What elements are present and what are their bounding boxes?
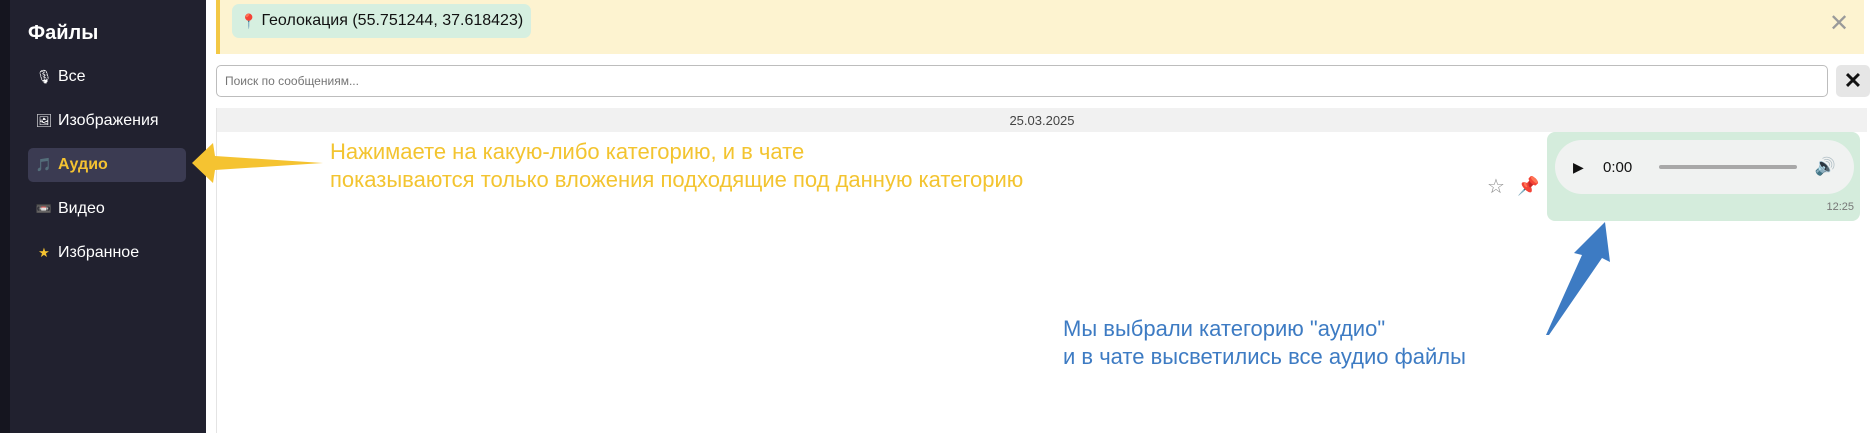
volume-icon[interactable]: 🔊 [1815,157,1836,177]
search-input[interactable] [216,65,1828,97]
sidebar: Файлы 🎙 Все 🖼 Изображения 🎵 Аудио 📼 Виде… [10,0,206,433]
geolocation-chip[interactable]: 📍 Геолокация (55.751244, 37.618423) [232,4,532,38]
music-icon: 🎵 [35,157,53,172]
microphone-icon: 🎙 [35,69,53,84]
annotation-line: и в чате высветились все аудио файлы [1063,344,1466,369]
play-icon[interactable]: ▶ [1573,159,1595,176]
main-panel: 📍 Геолокация (55.751244, 37.618423) ✕ ✕ … [206,0,1873,433]
sidebar-title: Файлы [28,22,99,44]
sidebar-item-label: Видео [58,200,105,217]
sidebar-item-label: Избранное [58,244,140,261]
sidebar-item-label: Аудио [58,156,108,173]
banner-close-button[interactable]: ✕ [1826,10,1852,37]
message-actions: ☆ 📌 [1487,174,1539,199]
video-icon: 📼 [35,201,53,216]
sidebar-item-favorites[interactable]: ★ Избранное [28,236,186,270]
favorite-star-icon[interactable]: ☆ [1487,174,1505,199]
audio-player[interactable]: ▶ 0:00 🔊 [1555,140,1854,194]
map-pin-icon: 📍 [240,12,258,29]
annotation-line: Мы выбрали категорию "аудио" [1063,316,1386,341]
message-timestamp: 12:25 [1826,201,1854,213]
sidebar-item-label: Изображения [58,112,159,129]
geolocation-banner: 📍 Геолокация (55.751244, 37.618423) ✕ [216,0,1864,54]
audio-message-bubble: ▶ 0:00 🔊 12:25 [1547,132,1860,221]
geolocation-text: Геолокация (55.751244, 37.618423) [261,12,524,29]
image-icon: 🖼 [35,113,53,128]
annotation-line: показываются только вложения подходящие … [330,167,1024,192]
sidebar-item-audio[interactable]: 🎵 Аудио [28,148,186,182]
annotation-line: Нажимаете на какую-либо категорию, и в ч… [330,139,805,164]
blue-annotation-text: Мы выбрали категорию "аудио" и в чате вы… [1063,315,1466,371]
sidebar-item-images[interactable]: 🖼 Изображения [28,104,186,138]
audio-current-time: 0:00 [1603,158,1633,176]
sidebar-item-video[interactable]: 📼 Видео [28,192,186,226]
search-clear-button[interactable]: ✕ [1836,65,1870,97]
sidebar-item-label: Все [58,68,86,85]
sidebar-item-all[interactable]: 🎙 Все [28,60,186,94]
audio-progress-track[interactable] [1659,165,1797,169]
window-edge [0,0,10,433]
pin-icon[interactable]: 📌 [1517,176,1539,197]
yellow-annotation-text: Нажимаете на какую-либо категорию, и в ч… [330,138,1023,194]
date-separator: 25.03.2025 [217,108,1867,132]
star-icon: ★ [38,245,50,260]
